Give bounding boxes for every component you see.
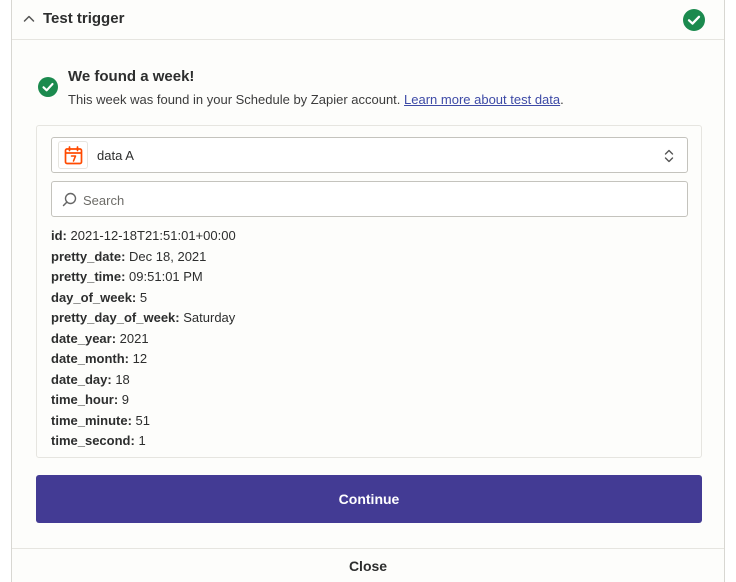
field-key: date_month: bbox=[51, 351, 129, 366]
field-row: time_second: 1 bbox=[51, 431, 236, 452]
field-row: pretty_day_of_week: Saturday bbox=[51, 308, 236, 329]
test-data-card: data A id: 2021-12-18T21:51:01+00:00pret… bbox=[36, 125, 702, 458]
field-value: 51 bbox=[135, 412, 150, 428]
field-key: pretty_date: bbox=[51, 248, 126, 264]
field-value: 09:51:01 PM bbox=[129, 269, 203, 284]
continue-button[interactable]: Continue bbox=[36, 475, 702, 523]
field-key: date_day: bbox=[51, 371, 112, 387]
field-row: pretty_date: Dec 18, 2021 bbox=[51, 247, 236, 268]
field-value: 2021-12-18T21:51:01+00:00 bbox=[70, 228, 236, 243]
field-value: Saturday bbox=[183, 310, 236, 325]
result-description-text: This week was found in your Schedule by … bbox=[68, 92, 401, 107]
sort-arrows-icon bbox=[664, 149, 674, 163]
search-icon bbox=[62, 192, 77, 207]
field-value: 9 bbox=[121, 392, 130, 407]
field-row: id: 2021-12-18T21:51:01+00:00 bbox=[51, 226, 236, 247]
field-key: day_of_week: bbox=[51, 289, 137, 305]
close-button[interactable]: Close bbox=[12, 558, 724, 574]
field-row: date_day: 18 bbox=[51, 370, 236, 391]
test-trigger-panel: Test trigger We found a week! This week … bbox=[11, 0, 725, 582]
field-key: id: bbox=[51, 228, 67, 243]
search-box[interactable] bbox=[51, 181, 688, 217]
footer: Close bbox=[12, 548, 724, 582]
field-value: 12 bbox=[132, 351, 148, 366]
field-row: time_minute: 51 bbox=[51, 411, 236, 432]
field-value: 2021 bbox=[119, 330, 149, 346]
learn-more-link[interactable]: Learn more about test data bbox=[404, 92, 560, 107]
search-input[interactable] bbox=[83, 190, 673, 210]
result-description-trailing: . bbox=[560, 92, 564, 107]
success-check-icon bbox=[38, 77, 58, 97]
field-key: pretty_day_of_week: bbox=[51, 310, 180, 325]
field-value: Dec 18, 2021 bbox=[129, 248, 207, 264]
field-value: 1 bbox=[138, 433, 146, 448]
check-circle-icon bbox=[683, 9, 705, 31]
record-selector[interactable]: data A bbox=[51, 137, 688, 173]
field-key: time_minute: bbox=[51, 412, 132, 428]
field-key: time_hour: bbox=[51, 392, 119, 407]
field-row: time_hour: 9 bbox=[51, 390, 236, 411]
field-row: pretty_time: 09:51:01 PM bbox=[51, 267, 236, 288]
field-list: id: 2021-12-18T21:51:01+00:00 pretty_date… bbox=[51, 226, 236, 452]
result-title: We found a week! bbox=[68, 68, 195, 85]
field-key: date_year: bbox=[51, 330, 117, 346]
field-key: pretty_time: bbox=[51, 269, 126, 284]
chevron-up-icon[interactable] bbox=[23, 13, 35, 25]
section-header[interactable]: Test trigger bbox=[12, 0, 724, 40]
result-description: This week was found in your Schedule by … bbox=[68, 92, 564, 107]
field-key: time_second: bbox=[51, 433, 135, 448]
field-value: 5 bbox=[139, 289, 148, 305]
app-icon-box bbox=[58, 141, 88, 169]
selector-value: data A bbox=[97, 148, 134, 163]
section-title: Test trigger bbox=[43, 10, 125, 27]
field-row: date_month: 12 bbox=[51, 349, 236, 370]
field-row: date_year: 2021 bbox=[51, 329, 236, 350]
field-row: day_of_week: 5 bbox=[51, 288, 236, 309]
calendar-icon bbox=[64, 146, 83, 165]
field-value: 18 bbox=[115, 371, 130, 387]
